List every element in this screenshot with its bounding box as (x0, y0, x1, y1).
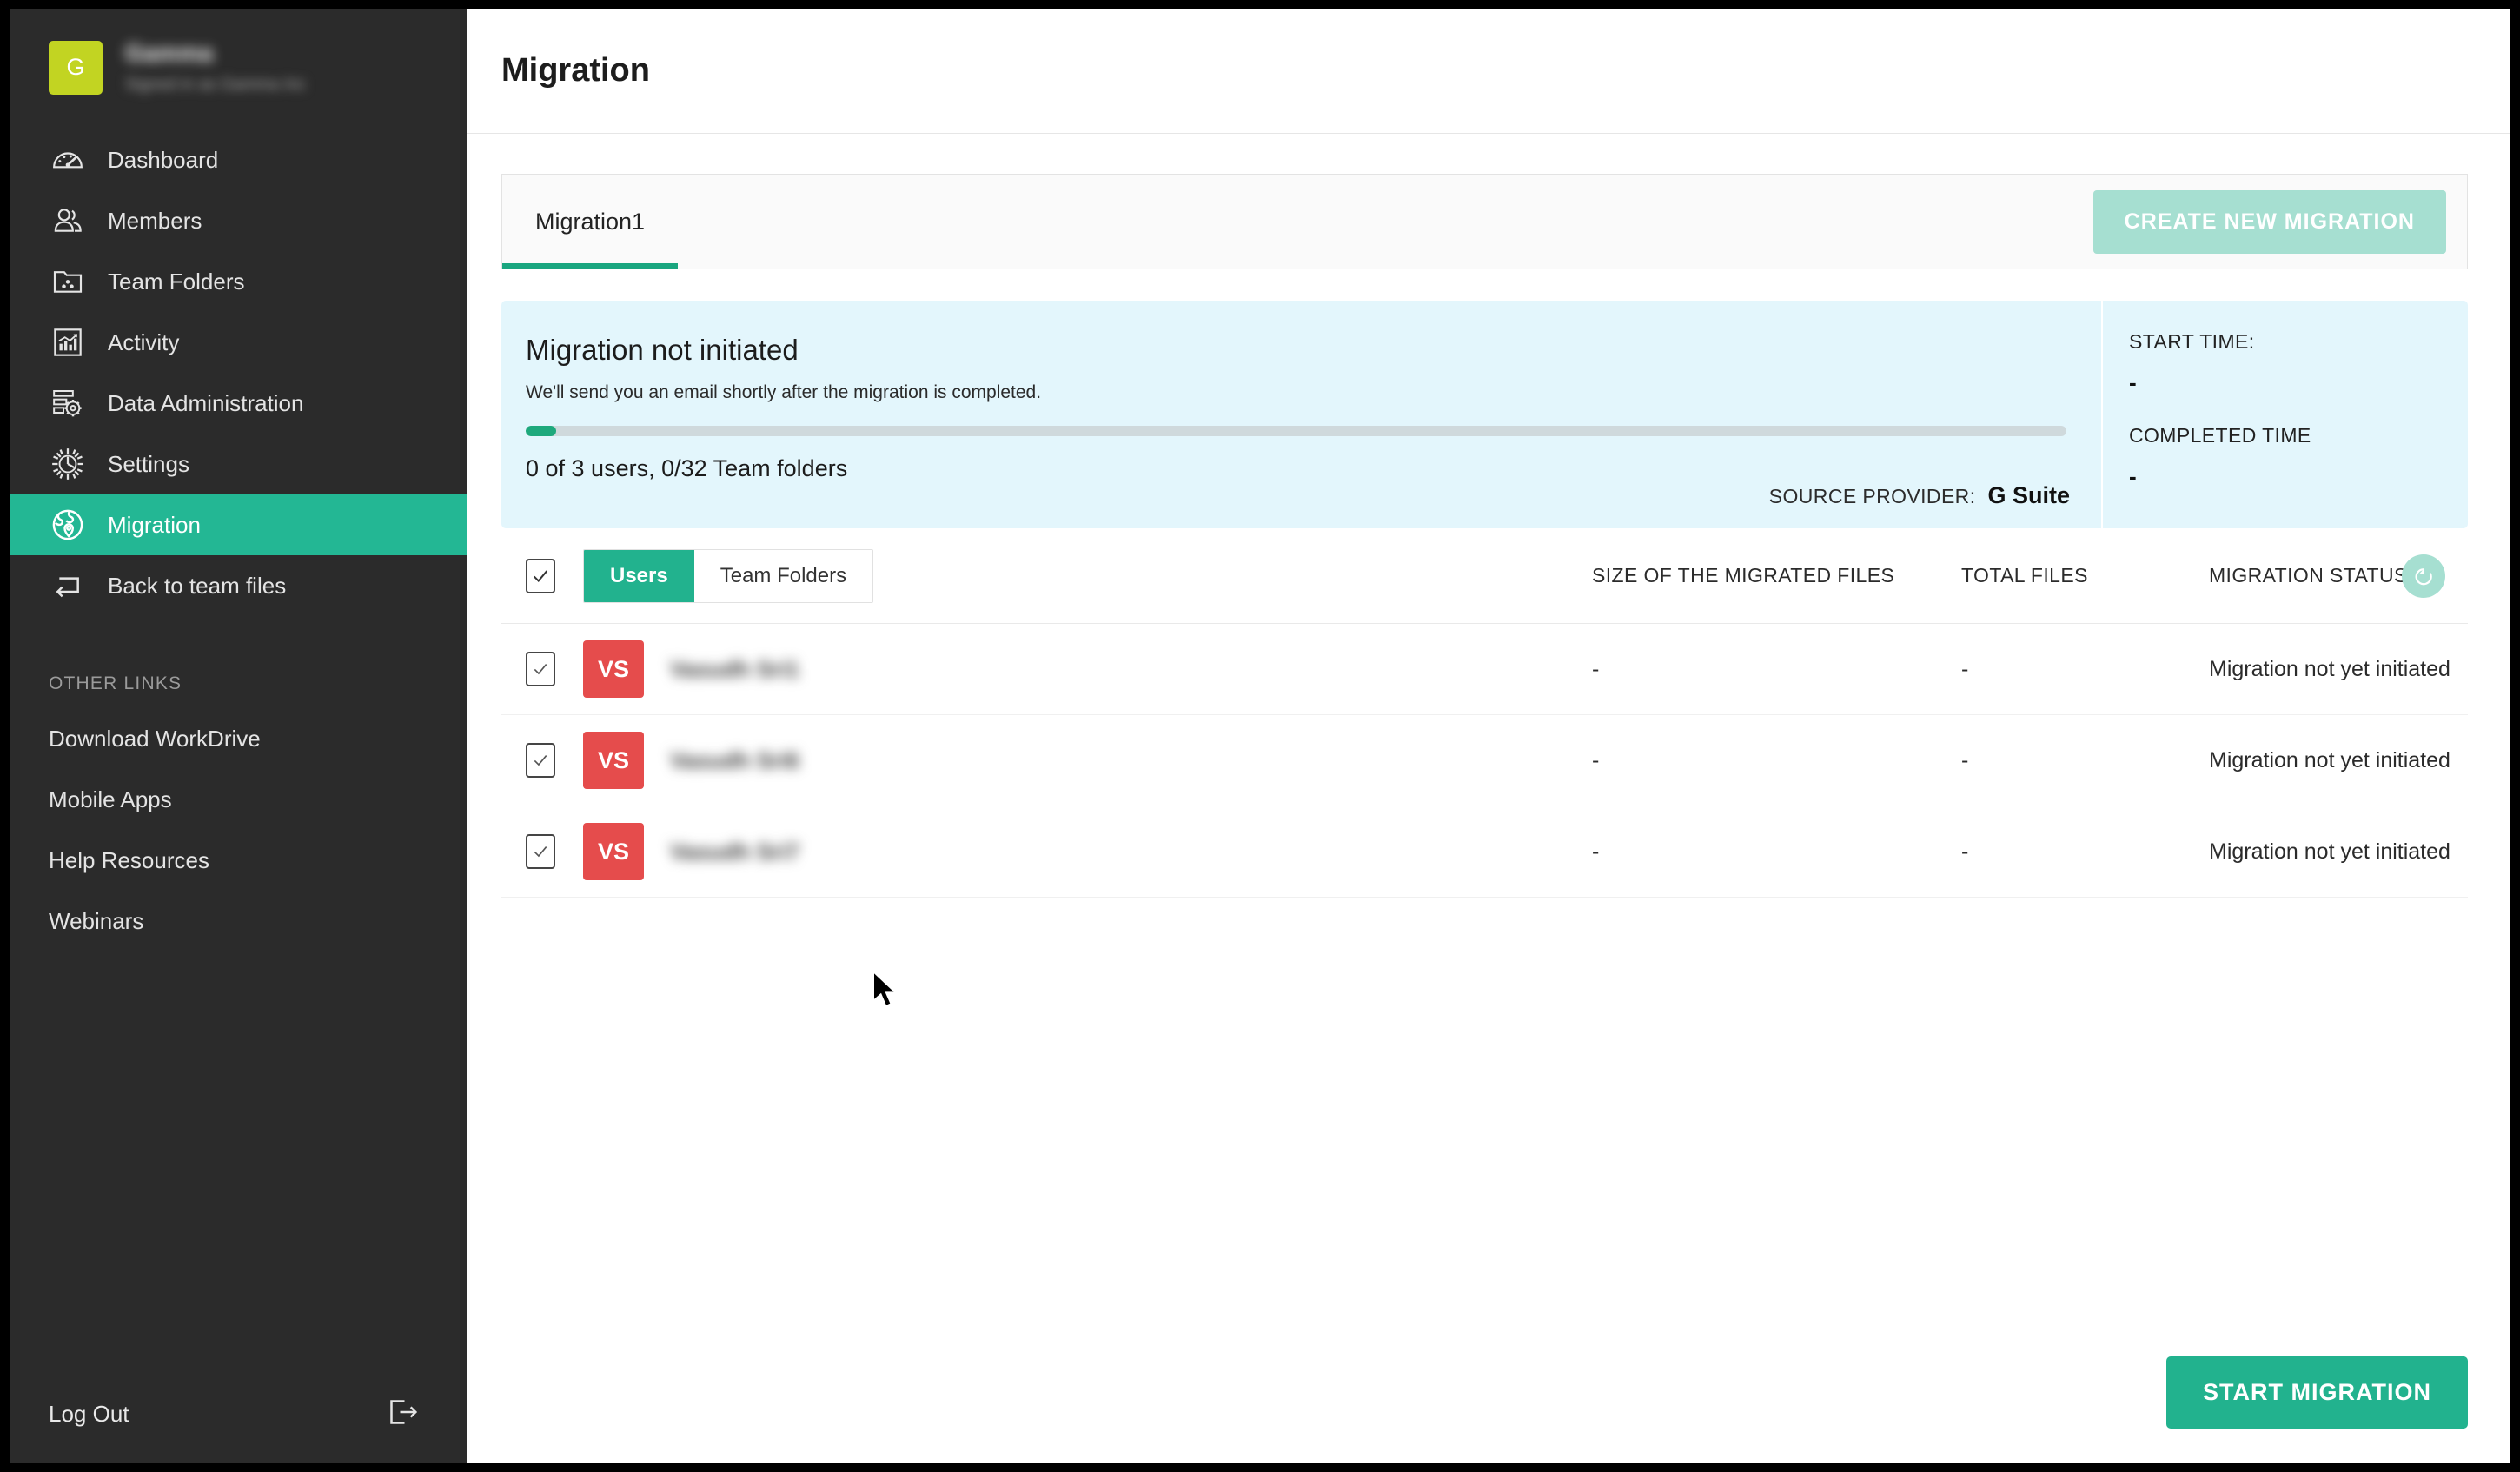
progress-bar (526, 426, 2066, 436)
return-arrow-icon (49, 567, 87, 605)
sidebar-item-activity[interactable]: Activity (10, 312, 467, 373)
column-header-size: SIZE OF THE MIGRATED FILES (1592, 564, 1894, 587)
banner-title: Migration not initiated (526, 334, 2066, 367)
sidebar-item-dashboard[interactable]: Dashboard (10, 129, 467, 190)
tab-migration1[interactable]: Migration1 (502, 175, 678, 269)
migration-table-body: VS Vasudh Sri1 - - Migration not yet ini… (501, 624, 2468, 898)
other-links-heading: OTHER LINKS (49, 673, 467, 694)
user-name: Vasudh Sri6 (670, 747, 799, 774)
start-time-label: START TIME: (2129, 330, 2468, 354)
globe-icon (49, 506, 87, 544)
banner-left: Migration not initiated We'll send you a… (501, 301, 2101, 528)
users-icon (49, 202, 87, 240)
row-checkbox[interactable] (526, 652, 555, 686)
refresh-icon[interactable] (2402, 554, 2445, 598)
row-checkbox[interactable] (526, 834, 555, 869)
source-provider: SOURCE PROVIDER: G Suite (1769, 482, 2070, 509)
avatar: VS (583, 640, 644, 698)
completed-time-value: - (2129, 463, 2468, 490)
avatar: VS (583, 732, 644, 789)
create-new-migration-button[interactable]: CREATE NEW MIGRATION (2093, 190, 2446, 254)
sidebar-item-settings[interactable]: Settings (10, 434, 467, 494)
progress-bar-fill (526, 426, 556, 436)
page-header: Migration (467, 9, 2510, 134)
table-row[interactable]: VS Vasudh Sri7 - - Migration not yet ini… (501, 806, 2468, 898)
entity-type-toggle: Users Team Folders (583, 549, 873, 603)
sidebar-item-label: Dashboard (108, 147, 218, 174)
cell-size: - (1592, 748, 1599, 773)
sidebar-item-label: Data Administration (108, 390, 303, 417)
table-row[interactable]: VS Vasudh Sri6 - - Migration not yet ini… (501, 715, 2468, 806)
cell-migration-status: Migration not yet initiated (2209, 657, 2450, 682)
sidebar-item-label: Migration (108, 512, 201, 539)
page-title: Migration (501, 52, 650, 90)
app-window: G Gamma Signed in as Gamma Inc (10, 9, 2510, 1463)
chart-icon (49, 323, 87, 361)
logout-icon (385, 1395, 420, 1434)
folder-icon (49, 262, 87, 301)
sidebar-item-label: Back to team files (108, 573, 286, 600)
sidebar-item-data-administration[interactable]: Data Administration (10, 373, 467, 434)
sidebar-item-label: Members (108, 208, 202, 235)
org-subtitle: Signed in as Gamma Inc (125, 76, 306, 95)
cell-migration-status: Migration not yet initiated (2209, 748, 2450, 773)
sidebar-item-team-folders[interactable]: Team Folders (10, 251, 467, 312)
table-row[interactable]: VS Vasudh Sri1 - - Migration not yet ini… (501, 624, 2468, 715)
sidebar-item-members[interactable]: Members (10, 190, 467, 251)
cell-size: - (1592, 657, 1599, 682)
logout-button[interactable]: Log Out (10, 1395, 467, 1434)
link-download-workdrive[interactable]: Download WorkDrive (10, 708, 467, 769)
sidebar-item-label: Settings (108, 451, 189, 478)
gear-icon (49, 445, 87, 483)
row-checkbox[interactable] (526, 743, 555, 778)
gauge-icon (49, 141, 87, 179)
main-content: Migration Migration1 CREATE NEW MIGRATIO… (467, 9, 2510, 1463)
tabs: Migration1 (502, 175, 678, 269)
start-migration-wrap: START MIGRATION (2166, 1356, 2468, 1429)
banner-times: START TIME: - COMPLETED TIME - (2101, 301, 2468, 528)
source-provider-value: G Suite (1987, 482, 2070, 509)
org-avatar: G (49, 41, 103, 95)
table-header: Users Team Folders SIZE OF THE MIGRATED … (501, 528, 2468, 624)
sidebar-item-migration[interactable]: Migration (10, 494, 467, 555)
cell-size: - (1592, 839, 1599, 865)
data-admin-icon (49, 384, 87, 422)
migration-tabbar: Migration1 CREATE NEW MIGRATION (501, 174, 2468, 269)
sidebar: G Gamma Signed in as Gamma Inc (10, 9, 467, 1463)
sidebar-item-back-to-team-files[interactable]: Back to team files (10, 555, 467, 616)
sidebar-nav: Dashboard Members (10, 129, 467, 616)
logout-label: Log Out (49, 1401, 129, 1428)
start-time-value: - (2129, 369, 2468, 396)
cell-total-files: - (1961, 657, 1968, 682)
link-help-resources[interactable]: Help Resources (10, 830, 467, 891)
org-profile[interactable]: G Gamma Signed in as Gamma Inc (10, 9, 467, 123)
user-name: Vasudh Sri1 (670, 656, 799, 683)
org-text: Gamma Signed in as Gamma Inc (125, 40, 306, 95)
cell-total-files: - (1961, 748, 1968, 773)
column-header-migration-status: MIGRATION STATUS (2209, 564, 2408, 587)
sidebar-item-label: Team Folders (108, 269, 245, 295)
link-webinars[interactable]: Webinars (10, 891, 467, 951)
select-all-checkbox[interactable] (526, 559, 555, 593)
content-area: Migration1 CREATE NEW MIGRATION Migratio… (467, 134, 2510, 898)
org-name: Gamma (125, 40, 306, 67)
source-provider-label: SOURCE PROVIDER: (1769, 485, 1976, 508)
sidebar-item-label: Activity (108, 329, 179, 356)
cell-total-files: - (1961, 839, 1968, 865)
progress-label: 0 of 3 users, 0/32 Team folders (526, 455, 2066, 482)
column-header-total-files: TOTAL FILES (1961, 564, 2088, 587)
completed-time-label: COMPLETED TIME (2129, 424, 2468, 448)
avatar: VS (583, 823, 644, 880)
user-name: Vasudh Sri7 (670, 839, 799, 865)
tab-users[interactable]: Users (584, 550, 694, 602)
link-mobile-apps[interactable]: Mobile Apps (10, 769, 467, 830)
tab-team-folders[interactable]: Team Folders (694, 550, 872, 602)
start-migration-button[interactable]: START MIGRATION (2166, 1356, 2468, 1429)
migration-status-banner: Migration not initiated We'll send you a… (501, 301, 2468, 528)
cell-migration-status: Migration not yet initiated (2209, 839, 2450, 865)
banner-subtitle: We'll send you an email shortly after th… (526, 382, 2066, 403)
